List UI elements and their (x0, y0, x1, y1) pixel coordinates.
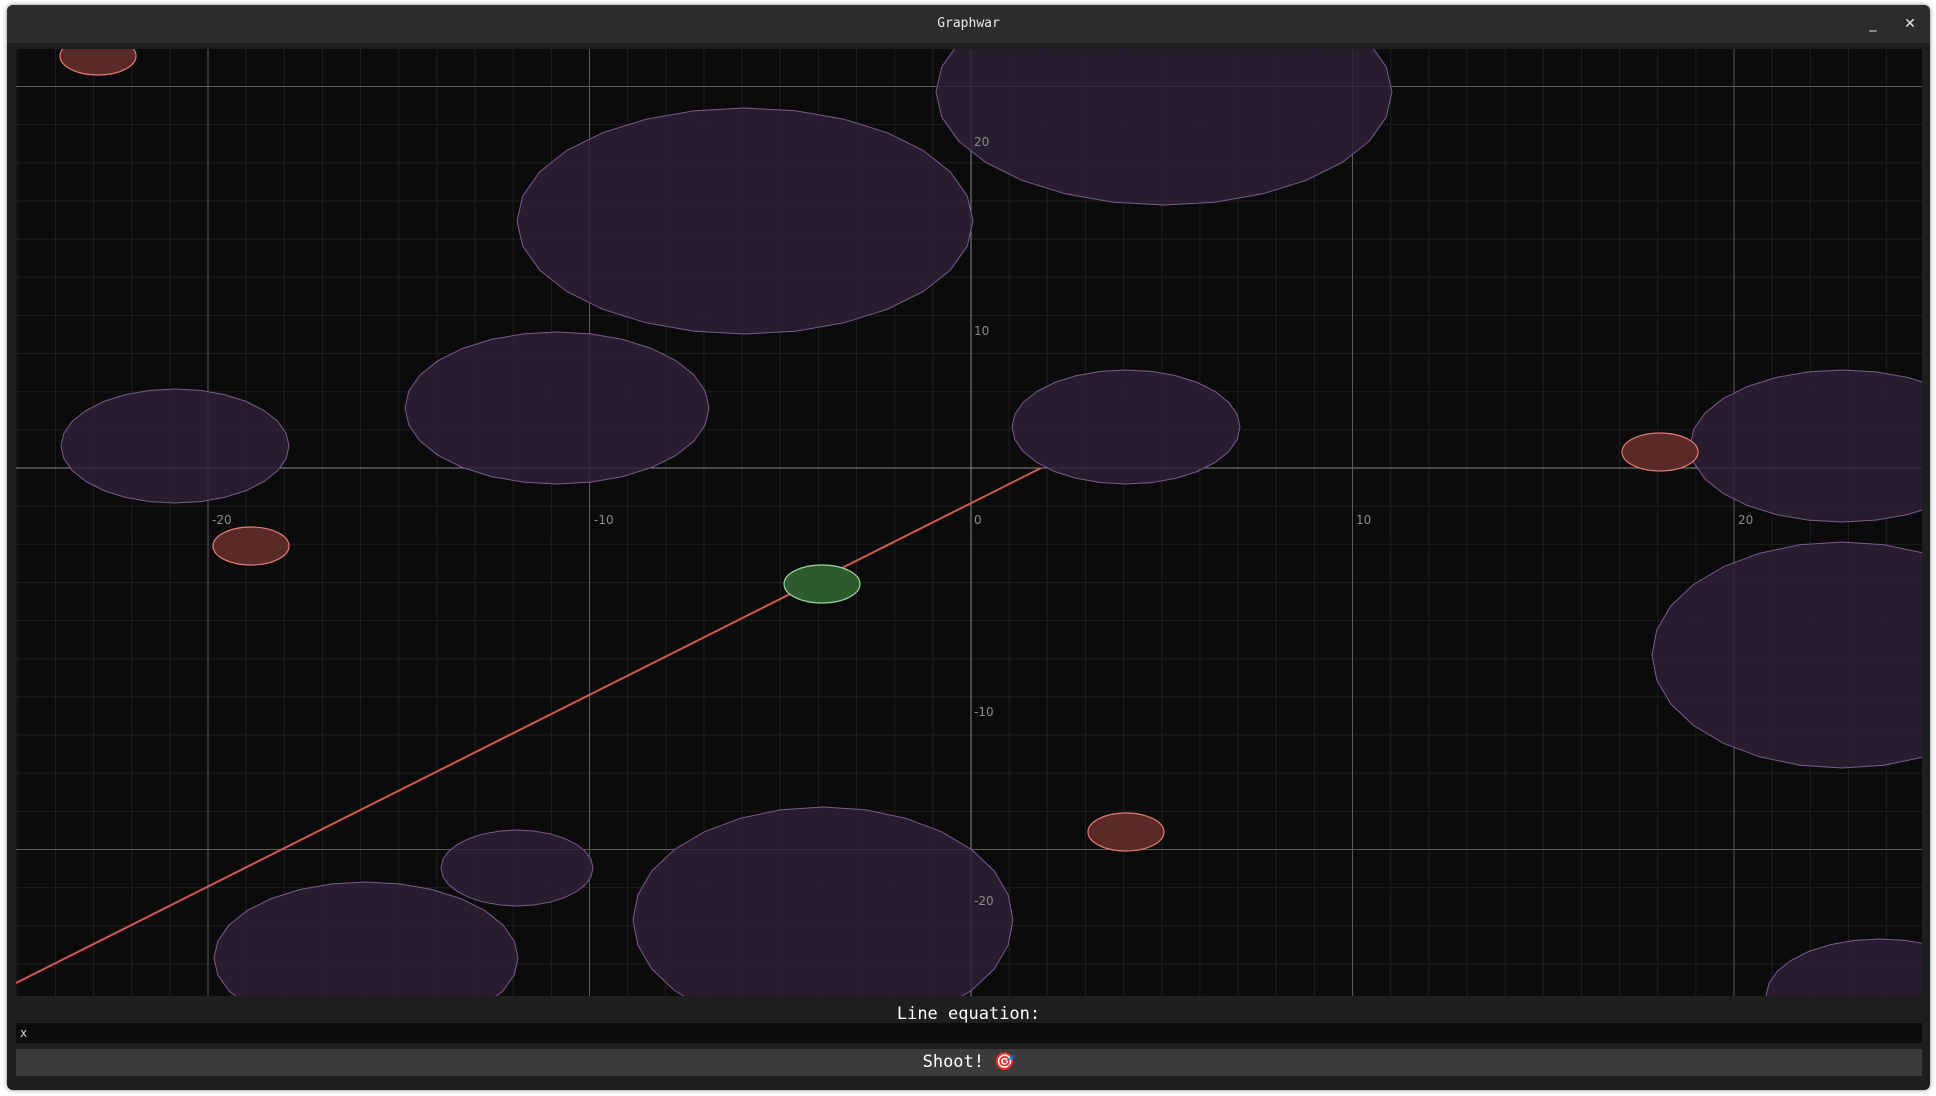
enemy-soldier (1087, 812, 1165, 852)
obstacle (404, 331, 710, 485)
enemy-soldier (59, 49, 137, 76)
minimize-button[interactable]: _ (1862, 13, 1884, 35)
enemy-soldier (1621, 432, 1699, 472)
obstacle (213, 881, 519, 996)
graph-plot: -20 -10 0 10 20 20 10 -10 -20 (16, 49, 1922, 996)
obstacle (60, 388, 290, 504)
x-tick-label: -10 (594, 513, 614, 527)
obstacle (1689, 369, 1922, 523)
obstacle (440, 829, 594, 907)
player-soldier-marker (783, 564, 861, 604)
x-tick-label: 0 (974, 513, 982, 527)
window-title: Graphwar (937, 16, 1000, 31)
close-button[interactable]: ✕ (1899, 13, 1921, 35)
game-canvas[interactable]: -20 -10 0 10 20 20 10 -10 -20 (16, 49, 1922, 996)
obstacle (1011, 369, 1241, 485)
obstacle (516, 107, 974, 335)
shoot-button[interactable]: Shoot! 🎯 (16, 1049, 1922, 1076)
axis-tick-labels: -20 -10 0 10 20 20 10 -10 -20 (212, 135, 1753, 908)
obstacle (1765, 938, 1922, 996)
equation-label: Line equation: (896, 1004, 1041, 1024)
obstacle (1651, 541, 1922, 769)
equation-input[interactable] (16, 1023, 1922, 1043)
y-tick-label: 20 (974, 135, 989, 149)
x-tick-label: 10 (1356, 513, 1371, 527)
y-tick-label: -10 (974, 705, 994, 719)
obstacles (60, 49, 1922, 996)
obstacle (935, 49, 1393, 206)
y-tick-label: 10 (974, 324, 989, 338)
obstacle (632, 806, 1014, 996)
x-tick-label: 20 (1738, 513, 1753, 527)
enemy-soldier (212, 526, 290, 566)
x-tick-label: -20 (212, 513, 232, 527)
graphwar-window: Graphwar _ ✕ -20 -10 0 10 20 20 10 -10 -… (7, 5, 1930, 1090)
y-tick-label: -20 (974, 894, 994, 908)
title-bar[interactable]: Graphwar _ ✕ (7, 5, 1930, 43)
player-soldier (783, 564, 861, 604)
